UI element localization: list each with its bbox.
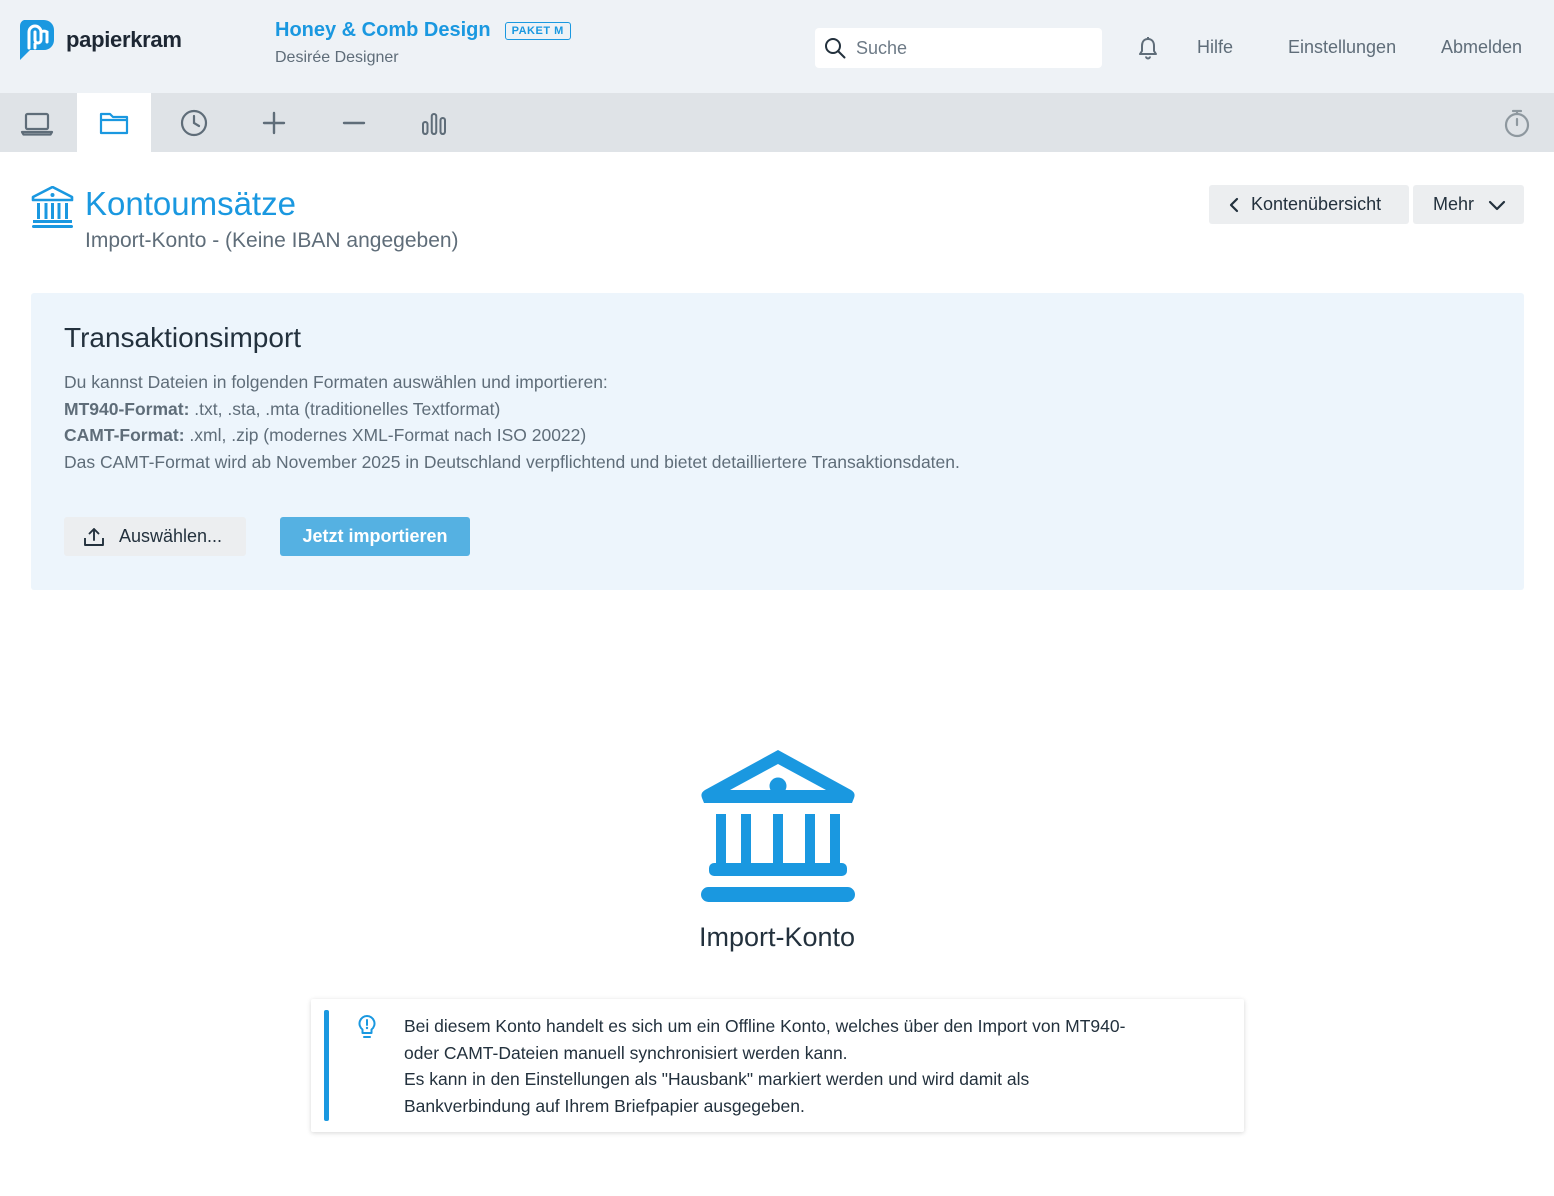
lightbulb-icon <box>358 1015 376 1038</box>
company-name[interactable]: Honey & Comb Design <box>275 19 491 42</box>
toolbar-documents[interactable] <box>77 93 151 152</box>
company-info: Honey & Comb Design PAKET M Desirée Desi… <box>275 19 571 67</box>
info-accent-bar <box>324 1010 329 1121</box>
search-icon <box>825 38 846 59</box>
info-callout: Bei diesem Konto handelt es sich um ein … <box>311 999 1244 1132</box>
mt940-label: MT940-Format: <box>64 398 190 419</box>
mt940-text: .txt, .sta, .mta (traditionelles Textfor… <box>189 398 501 419</box>
camt-note: Das CAMT-Format wird ab November 2025 in… <box>64 452 960 473</box>
top-header: papierkram Honey & Comb Design PAKET M D… <box>0 0 1554 93</box>
camt-label: CAMT-Format: <box>64 425 185 446</box>
papierkram-logo-icon <box>19 20 55 60</box>
camt-format-line: CAMT-Format: .xml, .zip (modernes XML-Fo… <box>64 422 960 449</box>
info-text: Bei diesem Konto handelt es sich um ein … <box>404 1013 1204 1120</box>
brand-name: papierkram <box>66 27 182 52</box>
laptop-icon <box>20 112 54 136</box>
user-name: Desirée Designer <box>275 49 399 66</box>
toolbar-expenses[interactable] <box>317 93 391 152</box>
select-file-label: Auswählen... <box>119 526 223 546</box>
chevron-down-icon <box>1488 200 1506 210</box>
plan-badge: PAKET M <box>504 21 571 40</box>
info-line-2: oder CAMT-Dateien manuell synchronisiert… <box>404 1042 848 1063</box>
upload-icon <box>84 527 104 546</box>
plus-icon <box>262 111 286 134</box>
bar-chart-icon <box>422 112 446 135</box>
more-dropdown-button[interactable]: Mehr <box>1413 185 1524 224</box>
toolbar-dashboard[interactable] <box>0 93 74 152</box>
account-overview-button[interactable]: Kontenübersicht <box>1209 185 1409 224</box>
account-overview-label: Kontenübersicht <box>1251 194 1382 214</box>
search-input[interactable] <box>856 37 1086 59</box>
stopwatch-icon <box>1504 109 1530 137</box>
import-intro: Du kannst Dateien in folgenden Formaten … <box>64 372 608 392</box>
settings-link[interactable]: Einstellungen <box>1288 37 1396 58</box>
bank-icon <box>31 186 74 228</box>
transaction-import-panel: Transaktionsimport Du kannst Dateien in … <box>31 293 1524 590</box>
toolbar-income[interactable] <box>237 93 311 152</box>
clock-icon <box>180 109 208 136</box>
logout-link[interactable]: Abmelden <box>1441 37 1522 58</box>
search-field[interactable] <box>815 28 1102 68</box>
bank-large-icon <box>701 750 855 902</box>
select-file-button[interactable]: Auswählen... <box>64 517 246 556</box>
brand-logo[interactable]: papierkram <box>16 18 182 62</box>
toolbar-reports[interactable] <box>397 93 471 152</box>
more-label: Mehr <box>1433 194 1475 214</box>
bell-icon[interactable] <box>1137 36 1159 60</box>
import-title: Transaktionsimport <box>64 322 302 353</box>
help-link[interactable]: Hilfe <box>1197 37 1233 58</box>
folder-icon <box>99 112 129 134</box>
import-description: Du kannst Dateien in folgenden Formaten … <box>64 369 960 476</box>
chevron-left-icon <box>1229 197 1239 212</box>
info-line-3: Es kann in den Einstellungen als "Hausba… <box>404 1069 1030 1090</box>
page-subtitle: Import-Konto - (Keine IBAN angegeben) <box>85 229 459 252</box>
empty-state-title: Import-Konto <box>698 922 856 952</box>
info-line-4: Bankverbindung auf Ihrem Briefpapier aus… <box>404 1096 805 1117</box>
toolbar-stopwatch[interactable] <box>1480 93 1554 152</box>
page-title: Kontoumsätze <box>85 185 296 222</box>
toolbar-time-tracking[interactable] <box>157 93 231 152</box>
info-line-1: Bei diesem Konto handelt es sich um ein … <box>404 1016 1126 1036</box>
main-toolbar <box>0 93 1554 152</box>
camt-text: .xml, .zip (modernes XML-Format nach ISO… <box>184 425 587 446</box>
import-now-button[interactable]: Jetzt importieren <box>280 517 470 556</box>
mt940-format-line: MT940-Format: .txt, .sta, .mta (traditio… <box>64 396 960 423</box>
minus-icon <box>342 121 366 124</box>
